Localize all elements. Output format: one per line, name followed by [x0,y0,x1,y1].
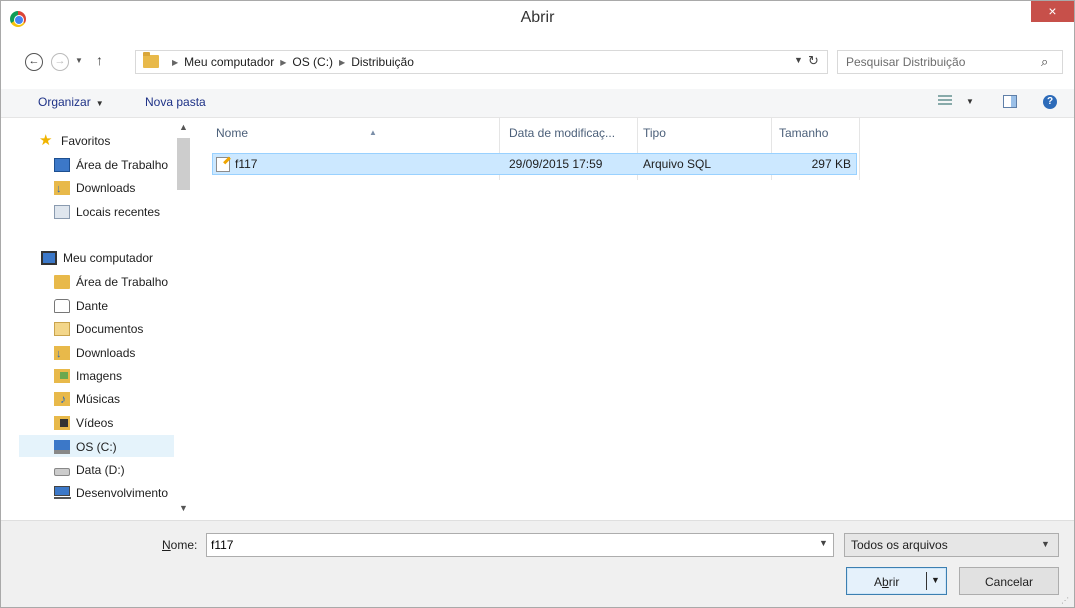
recent-places-icon [54,205,70,219]
scroll-down-icon[interactable]: ▼ [179,503,188,513]
breadcrumb-item-os-c[interactable]: OS (C:) [292,55,333,69]
breadcrumb-item-meu-computador[interactable]: Meu computador [184,55,274,69]
navigation-scrollbar[interactable]: ▲ ▼ [175,118,192,520]
sidebar-item-area-de-trabalho-pc[interactable]: Área de Trabalho [54,271,174,293]
view-options-icon[interactable] [938,95,952,107]
breadcrumb-separator-icon[interactable]: ▶ [172,58,178,67]
star-icon: ★ [39,132,53,149]
folder-icon [143,52,159,68]
sidebar-item-data-d[interactable]: Data (D:) [54,459,174,481]
preview-pane-icon[interactable] [1003,95,1017,108]
column-divider[interactable] [859,118,860,180]
search-icon[interactable]: ⌕ [1041,54,1048,70]
column-header-tamanho[interactable]: Tamanho [779,118,857,148]
split-divider [926,572,927,590]
resize-grip-icon[interactable]: ⋰ [1061,596,1069,605]
scroll-up-icon[interactable]: ▲ [179,122,188,132]
sidebar-item-imagens[interactable]: Imagens [54,365,174,387]
downloads-folder-icon [54,343,70,365]
organize-label: Organizar [38,95,91,109]
file-type-value: Todos os arquivos [851,538,948,552]
address-history-chevron-icon[interactable]: ▼ [794,55,803,65]
sidebar-item-meu-computador[interactable]: Meu computador [41,247,175,269]
sidebar-item-os-c[interactable]: OS (C:) [19,435,174,457]
desktop-folder-icon [54,275,70,289]
file-name: f117 [235,157,258,171]
search-input[interactable] [846,54,1026,70]
sidebar-item-documentos[interactable]: Documentos [54,318,174,340]
address-bar[interactable]: ▶ Meu computador ▶ OS (C:) ▶ Distribuição ▼ ↻ [135,50,828,74]
sidebar-item-dante[interactable]: Dante [54,295,174,317]
column-header-nome[interactable]: Nome ▲ [216,118,496,148]
user-folder-icon [54,299,70,313]
file-name-combobox[interactable]: ▼ [206,533,834,557]
scrollbar-thumb[interactable] [177,138,190,190]
file-type: Arquivo SQL [643,157,712,171]
back-arrow-icon[interactable]: ← [25,53,43,71]
open-options-chevron-icon[interactable]: ▼ [931,575,940,585]
sidebar-item-locais-recentes[interactable]: Locais recentes [54,201,174,223]
refresh-icon[interactable]: ↻ [808,53,819,69]
cancel-button[interactable]: Cancelar [959,567,1059,595]
breadcrumb-separator-icon[interactable]: ▶ [339,58,345,67]
open-button[interactable]: Abrir ▼ [846,567,947,595]
chevron-down-icon: ▼ [1041,539,1050,549]
sidebar-item-desenvolvimento[interactable]: Desenvolvimento [54,482,174,504]
network-drive-icon [54,486,71,499]
sql-file-icon [216,157,230,172]
file-modified: 29/09/2015 17:59 [509,157,603,171]
new-folder-button[interactable]: Nova pasta [145,95,206,109]
view-options-chevron-icon[interactable]: ▼ [966,97,974,106]
navigation-pane[interactable]: ★ Favoritos Área de Trabalho Downloads L… [1,118,192,520]
os-drive-icon [54,440,70,454]
breadcrumb-separator-icon[interactable]: ▶ [280,58,286,67]
sidebar-item-musicas[interactable]: Músicas [54,388,174,410]
chevron-down-icon[interactable]: ▼ [819,538,828,548]
breadcrumb: ▶ Meu computador ▶ OS (C:) ▶ Distribuição [166,55,414,69]
open-button-label: Abrir [874,575,900,589]
search-box[interactable]: ⌕ [837,50,1063,74]
table-row[interactable]: f117 29/09/2015 17:59 Arquivo SQL 297 KB [212,153,857,175]
file-name-input[interactable] [211,537,801,553]
close-button[interactable]: × [1031,1,1074,22]
computer-icon [41,251,57,265]
column-header-data-de-modificacao[interactable]: Data de modificaç... [509,118,637,148]
drive-icon [54,468,70,476]
help-icon[interactable]: ? [1043,95,1057,109]
desktop-icon [54,158,70,172]
sidebar-item-videos[interactable]: Vídeos [54,412,174,434]
open-file-dialog: Abrir × ← → ▼ ↑ ▶ Meu computador ▶ OS (C:) ▶… [0,0,1075,608]
forward-arrow-icon[interactable]: → [51,53,69,71]
recent-locations-chevron-icon[interactable]: ▼ [75,56,83,65]
window-title: Abrir [520,9,555,26]
dialog-footer: Nome: ▼ Todos os arquivos ▼ Abrir ▼ Canc… [1,520,1074,607]
sort-ascending-icon: ▲ [369,128,377,137]
sidebar-item-area-de-trabalho[interactable]: Área de Trabalho [54,154,174,176]
title-bar[interactable]: Abrir × [1,1,1074,35]
documents-folder-icon [54,322,70,336]
command-bar: Organizar ▼ Nova pasta ▼ ? [1,89,1074,118]
sidebar-item-downloads-pc[interactable]: Downloads [54,342,174,365]
up-arrow-icon[interactable]: ↑ [96,52,103,68]
file-list[interactable]: Nome ▲ Data de modificaç... Tipo Tamanho… [206,118,1074,520]
breadcrumb-item-distribuicao[interactable]: Distribuição [351,55,414,69]
pictures-folder-icon [54,369,70,383]
address-row: ← → ▼ ↑ ▶ Meu computador ▶ OS (C:) ▶ Distribu… [1,35,1074,89]
file-size: 297 KB [811,157,851,171]
column-header-tipo[interactable]: Tipo [643,118,769,148]
sidebar-item-favoritos[interactable]: ★ Favoritos [39,130,169,152]
file-type-select[interactable]: Todos os arquivos ▼ [844,533,1059,557]
file-name-label: Nome: [162,538,198,552]
sidebar-item-downloads[interactable]: Downloads [54,177,174,200]
organize-menu-button[interactable]: Organizar ▼ [38,95,104,109]
music-folder-icon [54,388,70,410]
videos-folder-icon [54,416,70,430]
chevron-down-icon: ▼ [95,99,104,108]
downloads-folder-icon [54,178,70,200]
